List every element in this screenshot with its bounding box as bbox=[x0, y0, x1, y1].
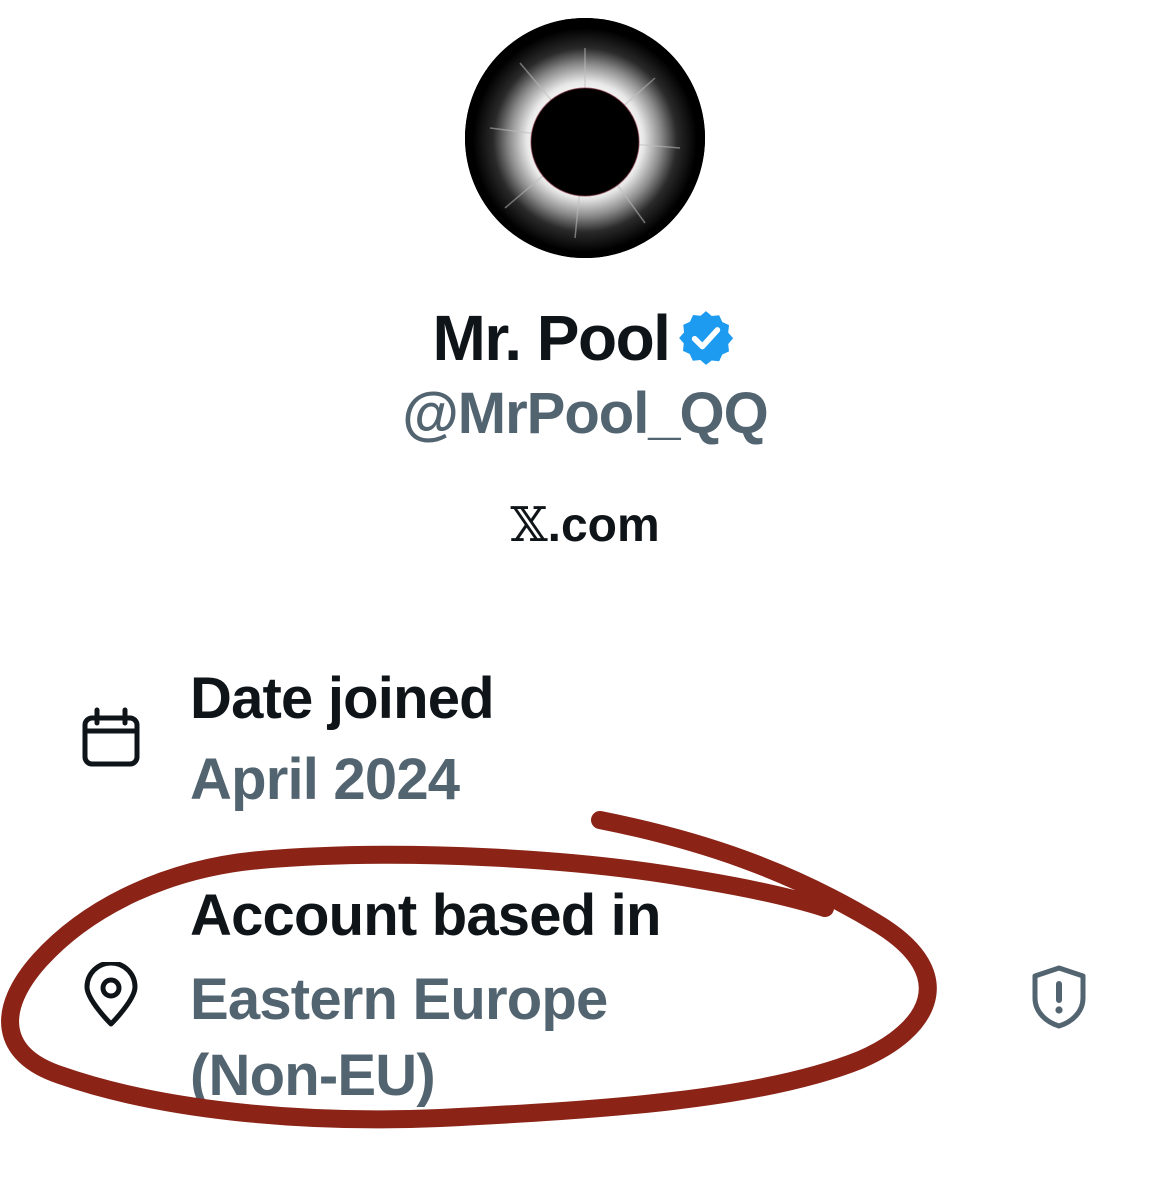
source-row: 𝕏.com bbox=[0, 495, 1170, 555]
source-label: 𝕏.com bbox=[510, 497, 659, 553]
profile-handle: @MrPool_QQ bbox=[402, 381, 769, 446]
verified-badge-icon[interactable] bbox=[675, 307, 737, 369]
display-name-row: Mr. Pool bbox=[0, 298, 1170, 378]
date-joined-label: Date joined bbox=[190, 666, 495, 731]
date-joined-value: April 2024 bbox=[190, 747, 460, 812]
display-name: Mr. Pool bbox=[432, 302, 671, 374]
avatar[interactable] bbox=[465, 18, 705, 258]
account-based-in-value-line1: Eastern Europe bbox=[190, 967, 608, 1032]
x-logo-icon: 𝕏 bbox=[510, 497, 548, 553]
source-suffix: .com bbox=[547, 499, 660, 552]
shield-alert-icon[interactable] bbox=[1030, 964, 1088, 1035]
location-pin-icon bbox=[82, 960, 140, 1033]
account-based-in-value-line2: (Non-EU) bbox=[190, 1043, 436, 1108]
eclipse-image bbox=[465, 18, 705, 258]
calendar-icon bbox=[80, 707, 142, 774]
account-based-in-label: Account based in bbox=[190, 883, 661, 948]
about-account-screen: Mr. Pool @MrPool_QQ 𝕏.com Date joined Ap… bbox=[0, 0, 1170, 1186]
